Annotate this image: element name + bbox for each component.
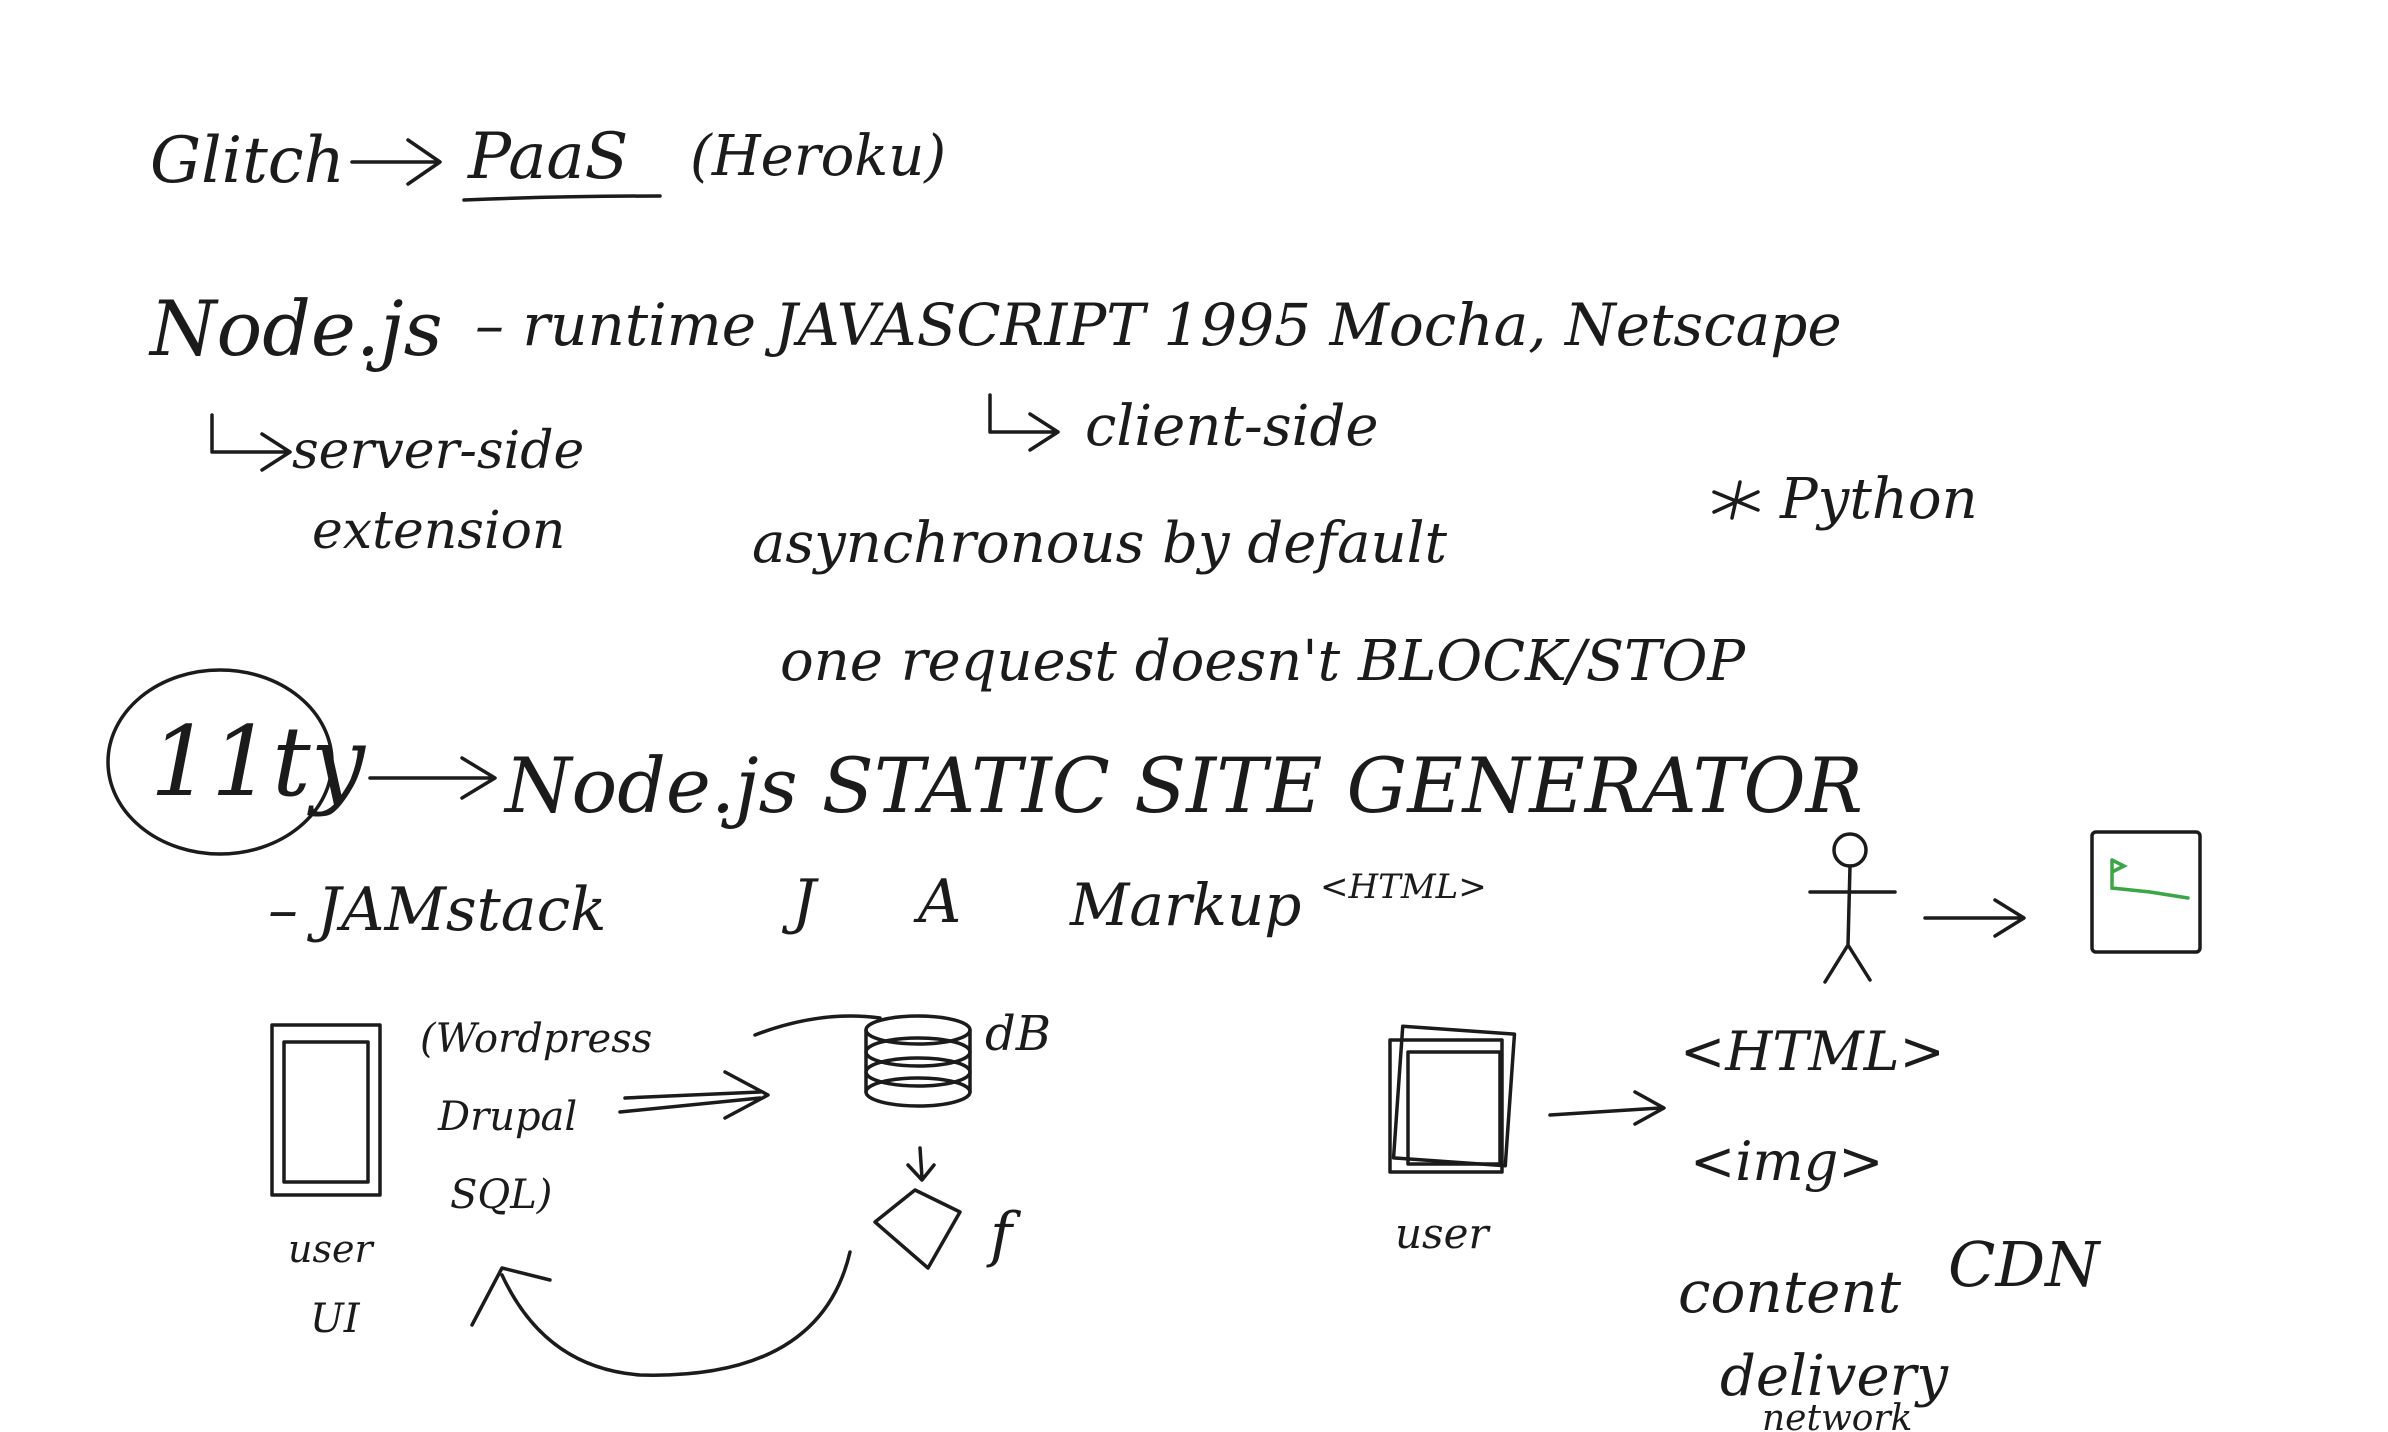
arrow-user-to-page: [1923, 898, 2026, 938]
content-text: content: [1678, 1258, 1902, 1326]
function-text: f: [986, 1200, 1022, 1270]
arrow-client-side: [988, 393, 1060, 452]
db-text: dB: [985, 1006, 1051, 1062]
arrow-cms-to-db: [618, 1070, 770, 1120]
img-tag-text: <img>: [1690, 1130, 1884, 1193]
one-request-text: one request doesn't BLOCK/STOP: [780, 629, 1746, 694]
server-side-text: server-side: [292, 421, 584, 481]
device-ui-icon: [270, 1023, 382, 1197]
jam-html-text: <HTML>: [1320, 867, 1487, 907]
heroku-text: (Heroku): [690, 124, 946, 189]
device-user-icon: [1388, 1024, 1517, 1174]
arrow-db-to-function: [906, 1146, 936, 1182]
arrow-return-to-ui: [470, 1250, 852, 1377]
wordpress-text: (Wordpress: [420, 1016, 652, 1062]
nodejs-text: Node.js: [148, 284, 443, 373]
jam-a-text: A: [913, 867, 961, 937]
ssg-text: Node.js STATIC SITE GENERATOR: [503, 741, 1863, 830]
user-right-label: user: [1395, 1209, 1491, 1258]
arrow-eleventy-to-ssg: [368, 756, 497, 800]
database-icon: [864, 1014, 972, 1108]
web-page-icon: [2090, 830, 2202, 954]
eleventy-text: 11ty: [150, 706, 367, 818]
whiteboard-canvas: Glitch PaaS (Heroku) Node.js – runtime J…: [0, 0, 2388, 1432]
arrow-glitch-to-paas: [350, 138, 442, 186]
jamstack-text: – JAMstack: [268, 875, 607, 945]
stick-figure-icon: [1808, 832, 1897, 984]
client-side-text: client-side: [1085, 394, 1378, 459]
arrow-user-to-html: [1548, 1090, 1666, 1126]
python-text: Python: [1779, 467, 1978, 532]
html-tag-text: <HTML>: [1680, 1020, 1945, 1083]
cdn-text: CDN: [1948, 1228, 2102, 1301]
asynchronous-text: asynchronous by default: [752, 511, 1447, 576]
jam-j-text: J: [781, 867, 819, 937]
function-diamond-icon: [873, 1188, 962, 1270]
star-icon: [1712, 480, 1760, 520]
runtime-text: – runtime JAVASCRIPT 1995 Mocha, Netscap…: [475, 291, 1842, 359]
extension-text: extension: [312, 501, 565, 561]
user-ui-label-1: user: [288, 1227, 375, 1271]
drupal-text: Drupal: [437, 1094, 577, 1140]
paas-underline: [462, 194, 662, 202]
arrow-server-side: [210, 413, 292, 472]
sql-text: SQL): [450, 1172, 552, 1218]
network-text: network: [1762, 1398, 1912, 1432]
jam-markup-text: Markup: [1069, 871, 1301, 939]
db-link-curve: [753, 1014, 882, 1037]
paas-text: PaaS: [467, 120, 628, 194]
glitch-text: Glitch: [150, 124, 345, 198]
user-ui-label-2: UI: [310, 1296, 361, 1342]
